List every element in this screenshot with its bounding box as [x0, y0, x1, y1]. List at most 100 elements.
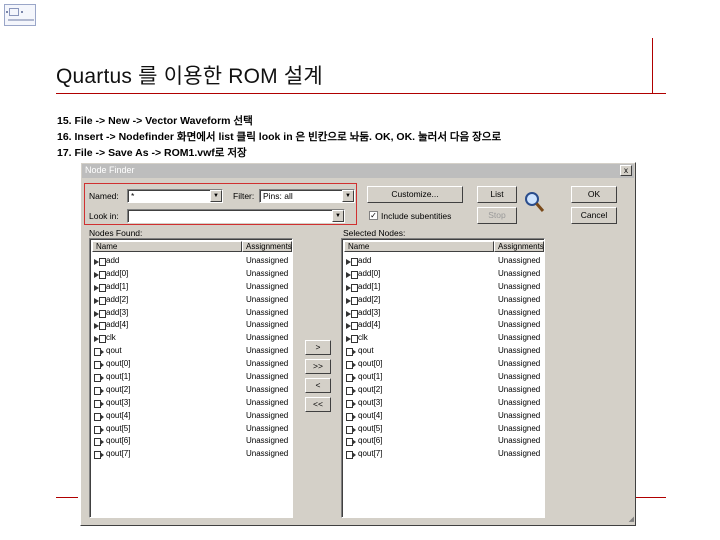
table-row[interactable]: add Unassigned [344, 255, 542, 268]
input-pin-icon [94, 309, 106, 318]
node-name: qout[6] [358, 436, 383, 446]
node-assignment: Unassigned [246, 410, 289, 420]
node-name: qout[2] [106, 384, 131, 394]
table-row[interactable]: clk Unassigned [92, 332, 290, 345]
column-header-name[interactable]: Name [92, 241, 242, 252]
table-row[interactable]: add[1] Unassigned [344, 281, 542, 294]
include-subentities-checkbox[interactable]: ✓ [369, 211, 378, 220]
move-all-right-button[interactable]: >> [305, 359, 331, 374]
node-assignment: Unassigned [246, 281, 289, 291]
output-pin-icon [94, 412, 104, 421]
ok-button[interactable]: OK [571, 186, 617, 203]
magnifier-search-icon [525, 192, 545, 212]
table-row[interactable]: qout[0] Unassigned [92, 358, 290, 371]
table-row[interactable]: add Unassigned [92, 255, 290, 268]
include-subentities-label: Include subentities [381, 211, 452, 221]
table-row[interactable]: qout[2] Unassigned [344, 384, 542, 397]
node-assignment: Unassigned [498, 256, 541, 265]
node-assignment: Unassigned [246, 423, 289, 433]
close-button[interactable]: x [620, 165, 632, 176]
resize-grip-icon[interactable]: ◢ [625, 515, 634, 524]
table-row[interactable]: qout[5] Unassigned [92, 423, 290, 436]
output-pin-icon [346, 399, 356, 408]
column-header-assignments[interactable]: Assignments [494, 241, 544, 252]
node-assignment: Unassigned [246, 294, 289, 304]
output-pin-icon [346, 425, 356, 434]
node-assignment: Unassigned [498, 410, 541, 420]
node-assignment: Unassigned [246, 436, 289, 446]
node-name: add[4] [106, 320, 129, 330]
input-pin-icon [346, 296, 358, 305]
slide-title: Quartus 를 이용한 ROM 설계 [56, 65, 323, 88]
node-assignment: Unassigned [498, 294, 541, 304]
node-name: add[3] [106, 307, 129, 317]
table-row[interactable]: qout[4] Unassigned [92, 410, 290, 423]
table-row[interactable]: qout[5] Unassigned [344, 423, 542, 436]
node-assignment: Unassigned [246, 384, 289, 394]
table-row[interactable]: add[4] Unassigned [92, 319, 290, 332]
output-pin-icon [346, 361, 356, 370]
list-button[interactable]: List [477, 186, 517, 203]
nodes-found-list[interactable]: Name Assignments add Unassigned add[0] Unas… [89, 238, 293, 518]
node-assignment: Unassigned [498, 359, 541, 369]
input-pin-icon [94, 283, 106, 292]
step-16: 16. Insert -> Nodefinder 화면에서 list 클릭 lo… [57, 131, 502, 143]
node-name: qout[0] [358, 359, 383, 369]
node-name: qout [106, 346, 122, 356]
table-row[interactable]: qout[3] Unassigned [92, 397, 290, 410]
column-header-assignments[interactable]: Assignments [242, 241, 292, 252]
table-row[interactable]: qout[0] Unassigned [344, 358, 542, 371]
customize-button[interactable]: Customize... [367, 186, 463, 203]
selected-nodes-list[interactable]: Name Assignments add Unassigned add[0] Unas… [341, 238, 545, 518]
table-row[interactable]: qout Unassigned [92, 345, 290, 358]
table-row[interactable]: qout[4] Unassigned [344, 410, 542, 423]
table-row[interactable]: add[4] Unassigned [344, 319, 542, 332]
table-row[interactable]: add[0] Unassigned [344, 268, 542, 281]
table-row[interactable]: add[0] Unassigned [92, 268, 290, 281]
table-row[interactable]: qout[3] Unassigned [344, 397, 542, 410]
move-left-button[interactable]: < [305, 378, 331, 393]
table-row[interactable]: qout[2] Unassigned [92, 384, 290, 397]
table-row[interactable]: qout Unassigned [344, 345, 542, 358]
node-name: qout[2] [358, 384, 383, 394]
table-row[interactable]: qout[7] Unassigned [344, 448, 542, 461]
table-row[interactable]: add[2] Unassigned [344, 294, 542, 307]
input-pin-icon [94, 322, 106, 331]
table-row[interactable]: add[2] Unassigned [92, 294, 290, 307]
table-row[interactable]: qout[6] Unassigned [92, 435, 290, 448]
move-right-button[interactable]: > [305, 340, 331, 355]
step-15: 15. File -> New -> Vector Waveform 선택 [57, 115, 253, 127]
table-row[interactable]: qout[1] Unassigned [344, 371, 542, 384]
node-assignment: Unassigned [498, 346, 541, 356]
cancel-button[interactable]: Cancel [571, 207, 617, 224]
selected-nodes-rows: add Unassigned add[0] Unassigned add[1] Unass… [344, 255, 542, 461]
output-pin-icon [346, 386, 356, 395]
table-row[interactable]: clk Unassigned [344, 332, 542, 345]
table-row[interactable]: qout[7] Unassigned [92, 448, 290, 461]
node-name: qout[5] [106, 423, 131, 433]
column-header-name[interactable]: Name [344, 241, 494, 252]
node-assignment: Unassigned [498, 372, 541, 382]
stop-button[interactable]: Stop [477, 207, 517, 224]
dialog-titlebar[interactable]: Node Finder x [82, 164, 634, 178]
output-pin-icon [94, 399, 104, 408]
node-assignment: Unassigned [498, 449, 541, 459]
table-row[interactable]: add[1] Unassigned [92, 281, 290, 294]
node-name: qout[6] [106, 436, 131, 446]
output-pin-icon [94, 348, 104, 357]
node-assignment: Unassigned [246, 372, 289, 382]
node-name: qout[4] [358, 410, 383, 420]
table-row[interactable]: qout[1] Unassigned [92, 371, 290, 384]
input-pin-icon [94, 335, 106, 344]
table-row[interactable]: add[3] Unassigned [344, 307, 542, 320]
node-name: add[2] [106, 294, 129, 304]
input-pin-icon [94, 296, 106, 305]
move-all-left-button[interactable]: << [305, 397, 331, 412]
table-row[interactable]: add[3] Unassigned [92, 307, 290, 320]
node-assignment: Unassigned [498, 384, 541, 394]
node-assignment: Unassigned [498, 281, 541, 291]
step-17: 17. File -> Save As -> ROM1.vwf로 저장 [57, 147, 247, 159]
node-name: qout[7] [358, 449, 383, 459]
table-row[interactable]: qout[6] Unassigned [344, 435, 542, 448]
node-name: qout[3] [358, 397, 383, 407]
